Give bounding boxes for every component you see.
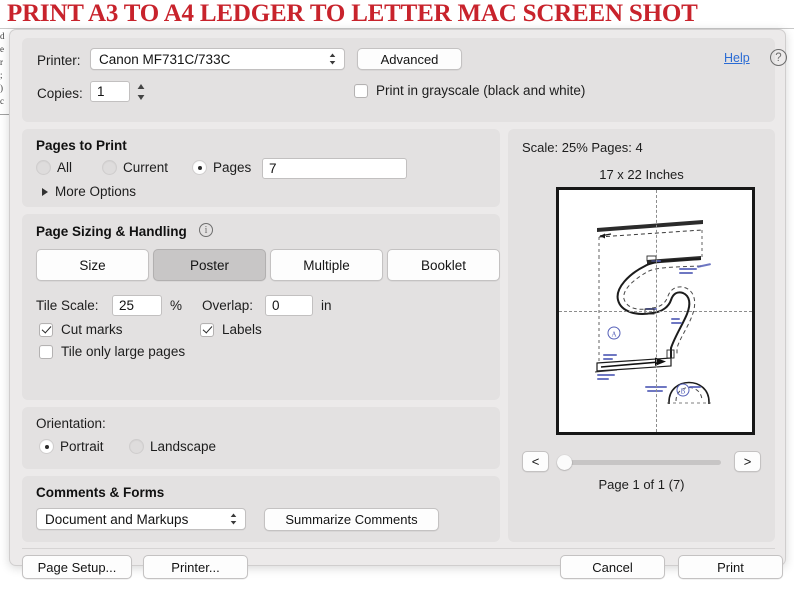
- help-link[interactable]: Help: [724, 51, 750, 65]
- page-sizing-section: Page Sizing & Handling i Size Poster Mul…: [22, 214, 500, 400]
- radio-option-portrait[interactable]: Portrait: [39, 439, 104, 454]
- tile-only-large-pages-label: Tile only large pages: [61, 344, 186, 359]
- printer-select-value: Canon MF731C/733C: [99, 51, 231, 67]
- grayscale-option[interactable]: Print in grayscale (black and white): [354, 83, 585, 98]
- chevron-updown-icon: [329, 53, 336, 65]
- comments-select[interactable]: Document and Markups: [36, 508, 246, 530]
- sizing-mode-booklet[interactable]: Booklet: [387, 249, 500, 281]
- preview-horizontal-fold-line: [559, 311, 752, 312]
- comments-select-value: Document and Markups: [45, 511, 189, 527]
- grayscale-label: Print in grayscale (black and white): [376, 83, 586, 98]
- print-dialog: Printer: Canon MF731C/733C Advanced Help…: [9, 29, 787, 579]
- labels-checkbox[interactable]: [200, 322, 214, 337]
- preview-slider-knob[interactable]: [557, 455, 572, 470]
- disclosure-triangle-icon: [42, 187, 48, 196]
- radio-landscape[interactable]: [129, 439, 144, 454]
- overlap-input[interactable]: 0: [265, 295, 313, 316]
- radio-pages[interactable]: [192, 160, 207, 175]
- inch-unit-label: in: [321, 298, 332, 313]
- cut-marks-label: Cut marks: [61, 322, 123, 337]
- stepper-arrows-icon: [137, 83, 145, 100]
- radio-all-label: All: [57, 160, 73, 175]
- printer-label: Printer:: [37, 53, 81, 68]
- radio-option-landscape[interactable]: Landscape: [129, 439, 216, 454]
- sizing-mode-group: Size Poster Multiple Booklet: [36, 249, 500, 281]
- page-preview-thumbnail[interactable]: A B: [556, 187, 755, 435]
- svg-text:A: A: [611, 331, 616, 339]
- radio-option-all[interactable]: All: [36, 160, 72, 175]
- chevron-updown-icon: [230, 513, 237, 525]
- orientation-section: Orientation: Portrait Landscape: [22, 407, 500, 469]
- cancel-button[interactable]: Cancel: [560, 555, 665, 579]
- radio-current[interactable]: [102, 160, 117, 175]
- advanced-button[interactable]: Advanced: [357, 48, 462, 70]
- sizing-mode-size[interactable]: Size: [36, 249, 149, 281]
- preview-size-line: 17 x 22 Inches: [599, 167, 684, 182]
- svg-text:B: B: [681, 388, 686, 396]
- cut-marks-checkbox[interactable]: [39, 322, 53, 337]
- copies-label: Copies:: [37, 86, 83, 101]
- radio-pages-label: Pages: [213, 160, 252, 175]
- overlap-label: Overlap:: [202, 298, 254, 313]
- printer-select[interactable]: Canon MF731C/733C: [90, 48, 345, 70]
- tile-only-large-pages-checkbox[interactable]: [39, 344, 53, 359]
- preview-page-indicator: Page 1 of 1 (7): [598, 477, 685, 492]
- info-icon[interactable]: i: [199, 223, 213, 237]
- preview-prev-button[interactable]: <: [522, 451, 549, 472]
- page-title: PRINT A3 TO A4 LEDGER TO LETTER MAC SCRE…: [7, 0, 698, 27]
- orientation-title: Orientation:: [36, 416, 106, 431]
- comments-forms-title: Comments & Forms: [36, 485, 165, 500]
- pages-to-print-title: Pages to Print: [36, 138, 127, 153]
- labels-label: Labels: [222, 322, 262, 337]
- sizing-mode-poster[interactable]: Poster: [153, 249, 266, 281]
- percent-unit-label: %: [170, 298, 183, 313]
- radio-option-pages[interactable]: Pages: [192, 160, 251, 175]
- preview-section: Scale: 25% Pages: 4 17 x 22 Inches A B <…: [508, 129, 775, 542]
- preview-next-button[interactable]: >: [734, 451, 761, 472]
- radio-portrait[interactable]: [39, 439, 54, 454]
- page-setup-button[interactable]: Page Setup...: [22, 555, 132, 579]
- copies-input[interactable]: 1: [90, 81, 130, 102]
- background-edge-text: d e r ; ) c —: [0, 31, 9, 119]
- more-options-toggle[interactable]: More Options: [42, 184, 136, 199]
- screenshot-root: d e r ; ) c — PRINT A3 TO A4 LEDGER TO L…: [0, 0, 794, 591]
- sizing-mode-multiple[interactable]: Multiple: [270, 249, 383, 281]
- pages-range-input[interactable]: 7: [262, 158, 407, 179]
- summarize-comments-button[interactable]: Summarize Comments: [264, 508, 439, 531]
- preview-slider-track[interactable]: [561, 460, 721, 465]
- cut-marks-option[interactable]: Cut marks: [39, 322, 123, 337]
- page-sizing-title: Page Sizing & Handling: [36, 224, 187, 239]
- tile-scale-label: Tile Scale:: [36, 298, 99, 313]
- comments-forms-section: Comments & Forms Document and Markups Su…: [22, 476, 500, 542]
- footer-divider: [22, 548, 775, 549]
- radio-all[interactable]: [36, 160, 51, 175]
- grayscale-checkbox[interactable]: [354, 83, 368, 98]
- radio-current-label: Current: [123, 160, 169, 175]
- question-mark-icon[interactable]: ?: [770, 49, 787, 66]
- copies-stepper[interactable]: [134, 80, 148, 103]
- printer-section: Printer: Canon MF731C/733C Advanced Help…: [22, 38, 787, 122]
- page-title-banner: PRINT A3 TO A4 LEDGER TO LETTER MAC SCRE…: [0, 0, 794, 29]
- more-options-label: More Options: [55, 184, 137, 199]
- printer-button[interactable]: Printer...: [143, 555, 248, 579]
- radio-option-current[interactable]: Current: [102, 160, 168, 175]
- pages-to-print-section: Pages to Print All Current Pages 7 More …: [22, 129, 500, 207]
- preview-scale-line: Scale: 25% Pages: 4: [522, 140, 643, 155]
- labels-option[interactable]: Labels: [200, 322, 262, 337]
- tile-only-large-pages-option[interactable]: Tile only large pages: [39, 344, 185, 359]
- print-button[interactable]: Print: [678, 555, 783, 579]
- tile-scale-input[interactable]: 25: [112, 295, 162, 316]
- radio-portrait-label: Portrait: [60, 439, 104, 454]
- radio-landscape-label: Landscape: [150, 439, 217, 454]
